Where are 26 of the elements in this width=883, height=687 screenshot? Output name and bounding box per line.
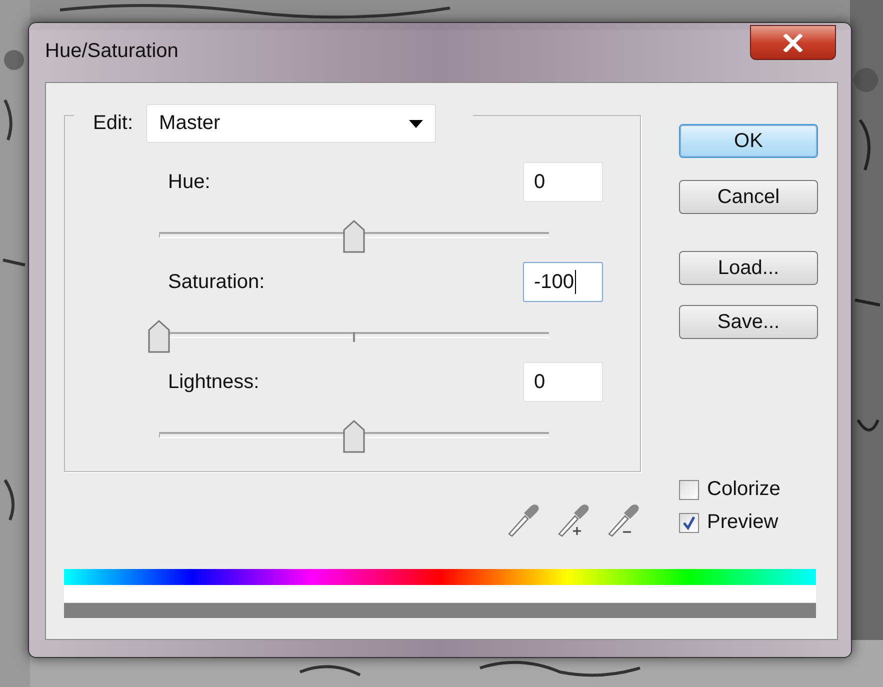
adjustment-label: Lightness: xyxy=(168,370,260,394)
dialog-button[interactable]: Load... xyxy=(679,251,818,285)
checkbox-label: Preview xyxy=(707,511,778,534)
slider-thumb[interactable] xyxy=(148,320,170,354)
dialog-button[interactable]: OK xyxy=(679,124,818,158)
eyedropper-minus-icon[interactable] xyxy=(605,502,641,538)
window-title: Hue/Saturation xyxy=(45,40,178,63)
close-icon xyxy=(782,34,804,52)
checkbox[interactable] xyxy=(679,480,699,500)
edit-dropdown[interactable]: Master xyxy=(146,104,436,143)
dropdown-arrow-icon xyxy=(409,120,424,128)
slider-thumb[interactable] xyxy=(343,220,365,254)
adjustment-label: Hue: xyxy=(168,170,210,194)
checkbox[interactable] xyxy=(679,512,699,532)
checkbox-label: Colorize xyxy=(707,478,780,501)
value-field[interactable]: -100 xyxy=(523,262,603,302)
value-field[interactable]: 0 xyxy=(523,362,603,402)
dialog-button[interactable]: Save... xyxy=(679,305,818,339)
dialog-button[interactable]: Cancel xyxy=(679,180,818,214)
eyedropper-plus-icon[interactable] xyxy=(555,502,591,538)
edit-label: Edit: xyxy=(93,112,134,135)
adjustment-label: Saturation: xyxy=(168,270,265,294)
close-button[interactable] xyxy=(750,25,836,60)
eyedropper-icon[interactable] xyxy=(505,502,541,538)
slider-thumb[interactable] xyxy=(343,420,365,454)
value-field[interactable]: 0 xyxy=(523,162,603,202)
